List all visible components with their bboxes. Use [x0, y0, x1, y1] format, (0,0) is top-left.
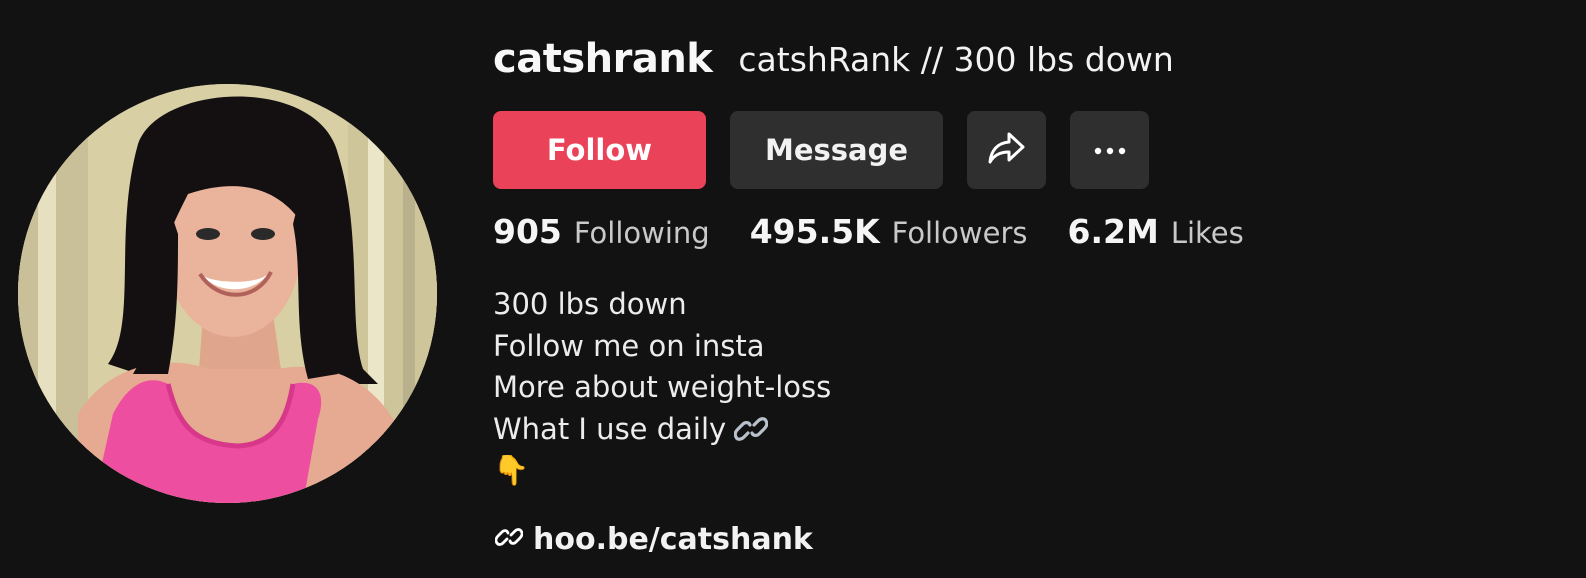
name-row: catshrank catshRank // 300 lbs down: [493, 30, 1174, 88]
username: catshrank: [493, 36, 713, 82]
bio-line: More about weight-loss: [493, 370, 832, 404]
follow-button[interactable]: Follow: [493, 111, 706, 189]
stat-following-label: Following: [573, 216, 710, 250]
stat-following[interactable]: 905 Following: [493, 212, 710, 251]
bio-line: Follow me on insta: [493, 328, 765, 363]
avatar[interactable]: [18, 84, 437, 503]
avatar-image: [18, 84, 437, 503]
more-button[interactable]: [1070, 111, 1149, 189]
action-buttons: Follow Message: [493, 111, 1149, 189]
message-button[interactable]: Message: [730, 111, 943, 189]
bio-line-with-icon: What I use daily: [493, 409, 831, 451]
link-icon: [494, 523, 524, 555]
profile-link-text[interactable]: hoo.be/catshank: [533, 522, 813, 557]
bio-line: 300 lbs down: [493, 287, 687, 321]
bio-line-text: What I use daily: [493, 411, 727, 446]
stat-following-count: 905: [493, 212, 562, 251]
stat-likes-label: Likes: [1170, 216, 1244, 250]
stat-followers[interactable]: 495.5K Followers: [750, 212, 1028, 251]
stat-followers-count: 495.5K: [749, 212, 880, 251]
share-button[interactable]: [967, 111, 1046, 189]
bio: 300 lbs down Follow me on insta More abo…: [493, 284, 831, 492]
share-icon: [988, 131, 1026, 169]
profile-link[interactable]: hoo.be/catshank: [494, 518, 813, 560]
nickname: catshRank // 300 lbs down: [738, 39, 1174, 79]
stat-followers-label: Followers: [891, 216, 1028, 250]
more-icon: [1093, 141, 1127, 160]
bio-line-emoji: 👇: [493, 453, 530, 487]
profile-stats: 905 Following 495.5K Followers 6.2M Like…: [493, 212, 1284, 251]
stat-likes: 6.2M Likes: [1068, 212, 1244, 251]
chain-link-icon: [734, 414, 769, 444]
stat-likes-count: 6.2M: [1067, 212, 1159, 251]
profile-info: catshrank catshRank // 300 lbs down Foll…: [493, 0, 1586, 578]
